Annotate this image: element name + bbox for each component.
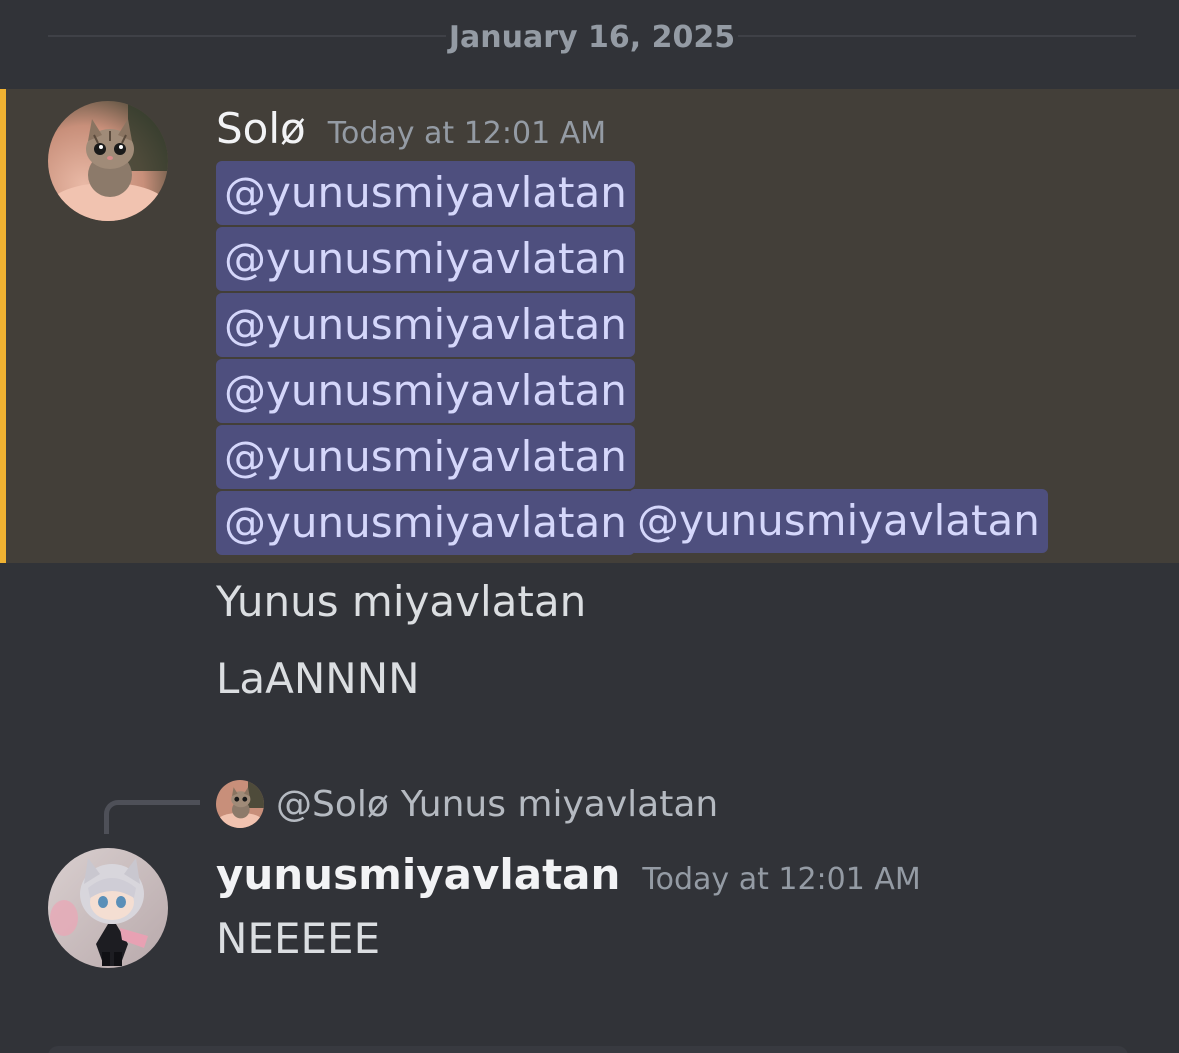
user-mention[interactable]: @yunusmiyavlatan xyxy=(216,227,635,291)
message-input-bar[interactable] xyxy=(48,1046,1128,1053)
reply-connector xyxy=(104,800,200,834)
author-name[interactable]: yunusmiyavlatan xyxy=(216,850,620,899)
divider-line xyxy=(48,35,446,37)
kitten-avatar xyxy=(216,780,264,828)
date-divider-label: January 16, 2025 xyxy=(448,20,736,55)
reply-author[interactable]: @Solø xyxy=(276,784,389,825)
message-timestamp: Today at 12:01 AM xyxy=(327,116,607,151)
divider-line xyxy=(738,35,1136,37)
message-header: Solø Today at 12:01 AM xyxy=(216,104,606,153)
reply-content[interactable]: Yunus miyavlatan xyxy=(401,784,718,825)
mention-indicator-bar xyxy=(0,89,6,563)
message-timestamp: Today at 12:01 AM xyxy=(642,862,921,897)
user-mention[interactable]: @yunusmiyavlatan xyxy=(216,425,635,489)
message-text: Yunus miyavlatan xyxy=(216,577,587,626)
user-mention[interactable]: @yunusmiyavlatan xyxy=(216,491,635,555)
user-mention[interactable]: @yunusmiyavlatan xyxy=(216,161,635,225)
message-text: NEEEEE xyxy=(216,914,381,963)
reply-preview[interactable]: @Solø Yunus miyavlatan xyxy=(216,780,718,828)
user-mention[interactable]: @yunusmiyavlatan xyxy=(216,293,635,357)
anime-figure-avatar[interactable] xyxy=(48,848,168,968)
chat-view: January 16, 2025 Solø Today at 12:01 AM … xyxy=(0,0,1179,1053)
kitten-avatar[interactable] xyxy=(48,101,168,221)
date-divider: January 16, 2025 xyxy=(0,0,1179,76)
message-header: yunusmiyavlatan Today at 12:01 AM xyxy=(216,850,921,899)
author-name[interactable]: Solø xyxy=(216,104,306,153)
message-text: LaANNNN xyxy=(216,654,420,703)
user-mention[interactable]: @yunusmiyavlatan xyxy=(216,359,635,423)
user-mention[interactable]: @yunusmiyavlatan xyxy=(629,489,1048,553)
